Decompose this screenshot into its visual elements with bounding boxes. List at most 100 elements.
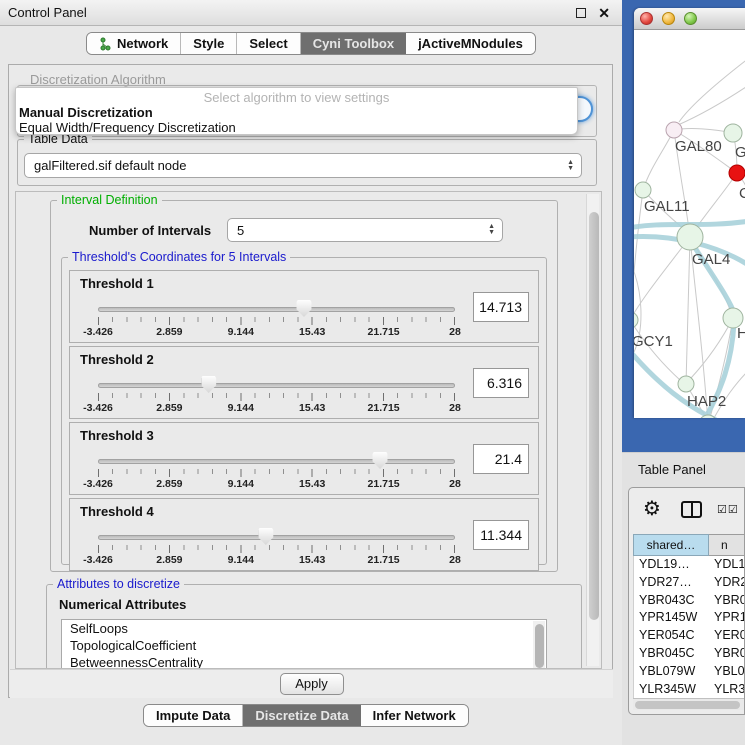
- node-label-hap2: HAP2: [687, 393, 726, 410]
- thresholds-group: Threshold's Coordinates for 5 Intervals …: [61, 257, 547, 565]
- threshold-2-value-field[interactable]: 6.316: [473, 368, 529, 398]
- cell: YBR0: [710, 592, 745, 610]
- threshold-4-panel: Threshold 4 -3.426 2.859 9.144 15.43 21.…: [69, 498, 539, 571]
- tab-infer-network[interactable]: Infer Network: [361, 705, 468, 726]
- table-row[interactable]: YBR045C YBR0: [634, 645, 745, 663]
- node-label-gal80: GAL80: [675, 138, 722, 155]
- cell: YBL0: [710, 663, 745, 681]
- bottom-tab-bar: Impute Data Discretize Data Infer Networ…: [143, 704, 469, 727]
- table-row[interactable]: YBL079W YBL0: [634, 663, 745, 681]
- slider-thumb[interactable]: [373, 452, 388, 469]
- tab-select-label: Select: [249, 36, 287, 51]
- network-node[interactable]: [724, 124, 742, 142]
- list-item[interactable]: BetweennessCentrality: [62, 654, 546, 669]
- network-window-frame: GAL80 GA GAL11 C GAL4 GCY1 H HAP2: [622, 0, 745, 452]
- column-header-shared-name[interactable]: shared…: [633, 534, 709, 556]
- tab-select[interactable]: Select: [237, 33, 300, 54]
- close-traffic-light-icon[interactable]: [640, 12, 653, 25]
- apply-strip: Apply: [10, 669, 613, 698]
- number-of-intervals-value: 5: [237, 219, 244, 243]
- tab-network-label: Network: [117, 36, 168, 51]
- slider-track[interactable]: [98, 383, 455, 388]
- cell: YER054C: [634, 627, 710, 645]
- option-equal-width-frequency[interactable]: Equal Width/Frequency Discretization: [19, 120, 236, 135]
- tick-label: 15.43: [299, 326, 325, 338]
- network-canvas[interactable]: GAL80 GA GAL11 C GAL4 GCY1 H HAP2: [634, 30, 745, 418]
- threshold-4-slider: -3.426 2.859 9.144 15.43 21.715 28: [98, 525, 455, 569]
- cyni-panel: Discretization Algorithm Select algorith…: [8, 64, 613, 698]
- algorithm-dropdown-popup: Select algorithm to view settings Manual…: [15, 87, 578, 135]
- tab-cyni-toolbox[interactable]: Cyni Toolbox: [301, 33, 406, 54]
- slider-track[interactable]: [98, 535, 455, 540]
- minimize-traffic-light-icon[interactable]: [662, 12, 675, 25]
- tick-label: 15.43: [299, 478, 325, 490]
- threshold-1-value-field[interactable]: 14.713: [473, 292, 529, 322]
- control-panel-titlebar: Control Panel ✕: [0, 0, 622, 26]
- tick-label: -3.426: [83, 554, 113, 566]
- threshold-4-value-field[interactable]: 11.344: [473, 520, 529, 550]
- cell: YDR2: [710, 574, 745, 592]
- tab-impute-data-label: Impute Data: [156, 708, 230, 723]
- number-of-intervals-label: Number of Intervals: [89, 223, 211, 238]
- table-row[interactable]: YBR043C YBR0: [634, 592, 745, 610]
- cell: YDL1: [710, 556, 745, 574]
- table-row[interactable]: YDR27… YDR2: [634, 574, 745, 592]
- network-window: GAL80 GA GAL11 C GAL4 GCY1 H HAP2: [634, 8, 745, 418]
- threshold-1-slider: -3.426 2.859 9.144 15.43 21.715 28: [98, 297, 455, 341]
- cell: YDL19…: [634, 556, 710, 574]
- table-row[interactable]: YPR145W YPR1: [634, 609, 745, 627]
- stepper-arrows-icon: ▲▼: [567, 160, 574, 172]
- algorithm-hint-option[interactable]: Select algorithm to view settings: [16, 90, 577, 105]
- tab-jactivemnodules[interactable]: jActiveMNodules: [406, 33, 535, 54]
- close-icon[interactable]: ✕: [598, 4, 610, 22]
- node-label-gcy1: GCY1: [634, 333, 673, 350]
- network-node[interactable]: [635, 182, 651, 198]
- network-node[interactable]: [678, 376, 694, 392]
- slider-track[interactable]: [98, 307, 455, 312]
- table-horizontal-scrollbar[interactable]: [633, 698, 745, 710]
- cell: YLR345W: [634, 681, 710, 698]
- number-of-intervals-combobox[interactable]: 5 ▲▼: [227, 218, 503, 242]
- slider-track[interactable]: [98, 459, 455, 464]
- list-item[interactable]: TopologicalCoefficient: [62, 637, 546, 654]
- tick-label: -3.426: [83, 478, 113, 490]
- float-window-icon[interactable]: [576, 8, 586, 18]
- tick-label: 21.715: [368, 478, 400, 490]
- tab-style[interactable]: Style: [181, 33, 237, 54]
- table-row[interactable]: YLR345W YLR3: [634, 681, 745, 698]
- network-node[interactable]: [677, 224, 703, 250]
- tick-label: -3.426: [83, 326, 113, 338]
- settings-vertical-scrollbar[interactable]: [586, 194, 599, 666]
- node-label-partial: GA: [735, 144, 745, 161]
- slider-thumb[interactable]: [201, 376, 216, 393]
- tab-network[interactable]: Network: [87, 33, 181, 54]
- tab-discretize-data[interactable]: Discretize Data: [243, 705, 360, 726]
- network-node[interactable]: [634, 312, 638, 328]
- slider-thumb[interactable]: [296, 300, 311, 317]
- tick-label: 15.43: [299, 554, 325, 566]
- list-item[interactable]: SelfLoops: [62, 620, 546, 637]
- zoom-traffic-light-icon[interactable]: [684, 12, 697, 25]
- cell: YBL079W: [634, 663, 710, 681]
- tick-label: -3.426: [83, 402, 113, 414]
- column-layout-icon[interactable]: [681, 501, 702, 518]
- list-scrollbar[interactable]: [533, 621, 545, 669]
- select-columns-icon[interactable]: ☑☑: [717, 503, 739, 516]
- tick-label: 21.715: [368, 554, 400, 566]
- table-row[interactable]: YDL19… YDL1: [634, 556, 745, 574]
- table-data-combobox[interactable]: galFiltered.sif default node ▲▼: [24, 153, 582, 178]
- option-manual-discretization[interactable]: Manual Discretization: [19, 105, 153, 120]
- slider-major-ticks: [98, 545, 456, 553]
- apply-button[interactable]: Apply: [280, 673, 344, 695]
- column-header-name[interactable]: n: [709, 534, 745, 556]
- tab-impute-data[interactable]: Impute Data: [144, 705, 243, 726]
- table-row[interactable]: YER054C YER0: [634, 627, 745, 645]
- threshold-2-slider: -3.426 2.859 9.144 15.43 21.715 28: [98, 373, 455, 417]
- threshold-1-label: Threshold 1: [80, 276, 154, 291]
- cell: YER0: [710, 627, 745, 645]
- slider-thumb[interactable]: [258, 528, 273, 545]
- threshold-3-value-field[interactable]: 21.4: [473, 444, 529, 474]
- network-node[interactable]: [666, 122, 682, 138]
- network-node[interactable]: [729, 165, 745, 181]
- gear-icon[interactable]: ⚙: [643, 496, 661, 520]
